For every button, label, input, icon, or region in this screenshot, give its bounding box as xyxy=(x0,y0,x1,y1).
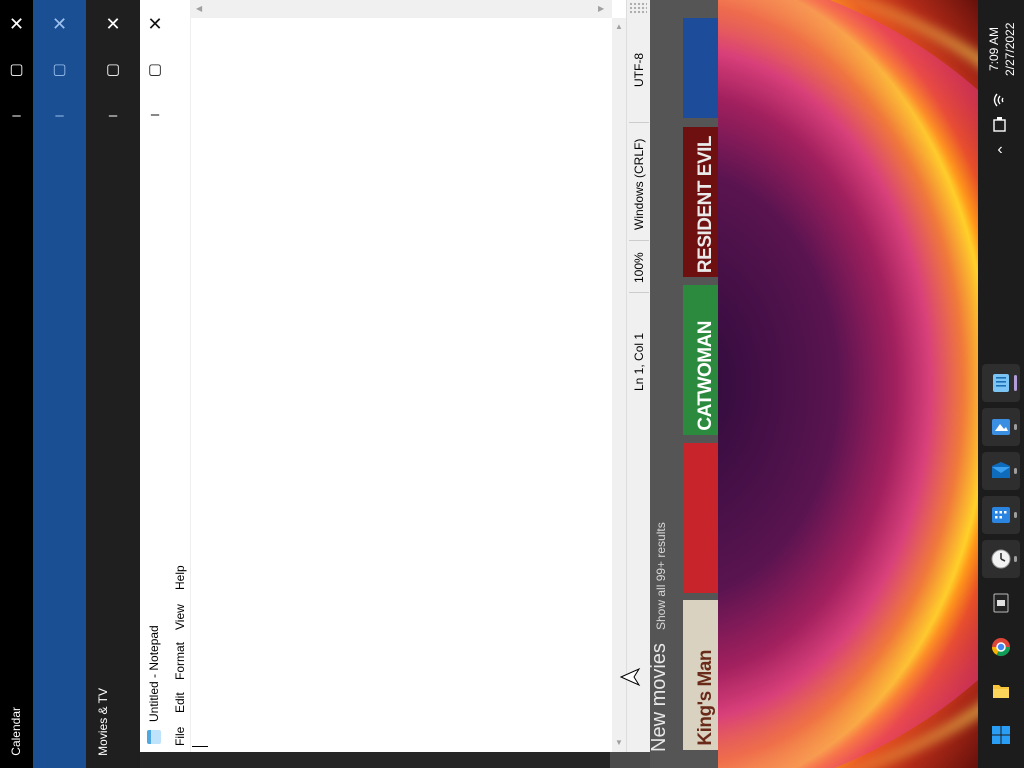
desktop-wallpaper xyxy=(718,0,978,768)
tray-date: 2/27/2022 xyxy=(1003,22,1017,76)
calendar-window[interactable]: ✕ ▢ – Calendar xyxy=(0,0,33,768)
status-zoom: 100% xyxy=(632,252,646,284)
text-caret xyxy=(192,746,208,747)
taskbar-app-clock[interactable] xyxy=(982,540,1020,578)
notepad-icon xyxy=(993,374,1009,392)
section-title: New movies xyxy=(648,643,670,752)
scroll-up-icon[interactable]: ▲ xyxy=(615,22,623,31)
taskbar-app-photos[interactable] xyxy=(982,408,1020,446)
maximize-icon[interactable]: ▢ xyxy=(86,60,140,78)
notepad-menubar: File Edit Format View Help xyxy=(170,0,190,752)
resize-grip[interactable] xyxy=(629,2,647,14)
battery-icon[interactable] xyxy=(988,112,1012,136)
movies-tv-titlebar[interactable]: ✕ ▢ – Movies & TV xyxy=(86,0,140,768)
windows-start-icon xyxy=(992,726,1010,744)
maximize-icon[interactable]: ▢ xyxy=(33,60,86,78)
network-icon[interactable] xyxy=(988,88,1012,112)
status-bar: UTF-8 Windows (CRLF) 100% Ln 1, Col 1 xyxy=(626,0,650,752)
running-indicator xyxy=(1014,375,1017,391)
movie-poster[interactable]: RESIDENT EVIL xyxy=(683,127,718,277)
status-divider xyxy=(629,292,649,293)
movies-tv-backdrop xyxy=(140,752,610,768)
chrome-icon xyxy=(992,638,1010,657)
notepad-title: Untitled - Notepad xyxy=(147,625,161,722)
movies-tv-window-title: Movies & TV xyxy=(96,688,110,756)
taskbar-app-notepad[interactable] xyxy=(982,364,1020,402)
menu-file[interactable]: File xyxy=(170,722,190,750)
taskbar-app-file-explorer[interactable] xyxy=(982,672,1020,710)
minimize-icon[interactable]: – xyxy=(86,107,140,124)
running-indicator xyxy=(1014,512,1017,518)
photos-icon xyxy=(992,419,1010,435)
mail-icon xyxy=(992,462,1010,478)
maximize-icon[interactable]: ▢ xyxy=(0,60,33,78)
minimize-icon[interactable]: – xyxy=(33,107,86,124)
show-all-link[interactable]: Show all 99+ results xyxy=(654,512,668,630)
movie-poster-title: King's Man xyxy=(695,650,716,746)
taskbar-app-start[interactable] xyxy=(982,716,1020,754)
mail-window[interactable]: ✕ ▢ – xyxy=(33,0,86,768)
close-icon[interactable]: ✕ xyxy=(140,14,170,35)
scroll-right-icon[interactable]: ▶ xyxy=(598,4,604,13)
notepad-titlebar: ✕ ▢ – Untitled - Notepad xyxy=(140,0,170,752)
movie-poster[interactable]: CATWOMAN xyxy=(683,285,718,435)
file-explorer-icon xyxy=(993,685,1009,698)
movie-poster-title: RESIDENT EVIL xyxy=(695,135,716,273)
close-icon[interactable]: ✕ xyxy=(0,14,33,35)
menu-view[interactable]: View xyxy=(170,600,190,634)
calendar-window-title: Calendar xyxy=(9,707,23,756)
status-cursor-position: Ln 1, Col 1 xyxy=(632,332,646,392)
menu-help[interactable]: Help xyxy=(170,560,190,596)
status-encoding: UTF-8 xyxy=(632,53,646,87)
close-icon[interactable]: ✕ xyxy=(33,14,86,35)
calendar-icon xyxy=(992,507,1010,523)
maximize-icon[interactable]: ▢ xyxy=(140,60,170,78)
minimize-icon[interactable]: – xyxy=(140,106,170,123)
movie-poster[interactable] xyxy=(683,443,718,593)
running-indicator xyxy=(1014,424,1017,430)
running-indicator xyxy=(1014,468,1017,474)
notepad-window: ✕ ▢ – Untitled - Notepad File Edit Forma… xyxy=(140,0,650,752)
tray-clock[interactable]: 7:09 AM 2/27/2022 xyxy=(984,14,1020,84)
close-icon[interactable]: ✕ xyxy=(86,14,140,35)
status-divider xyxy=(629,122,649,123)
movie-poster[interactable] xyxy=(683,18,718,118)
taskbar-app-calendar[interactable] xyxy=(982,496,1020,534)
scroll-left-icon[interactable]: ◀ xyxy=(196,4,202,13)
taskbar-app-mail[interactable] xyxy=(982,452,1020,490)
chevron-left-icon[interactable]: ‹ xyxy=(988,138,1012,162)
menu-format[interactable]: Format xyxy=(170,638,190,684)
vertical-scrollbar[interactable]: ▲ ▼ xyxy=(612,18,626,752)
running-indicator xyxy=(1014,556,1017,562)
movie-poster-title: CATWOMAN xyxy=(695,321,716,431)
movies-tv-icon xyxy=(993,593,1009,613)
scroll-down-icon[interactable]: ▼ xyxy=(615,738,623,747)
clock-icon xyxy=(991,549,1011,569)
mouse-pointer-icon xyxy=(620,668,641,686)
horizontal-scrollbar[interactable]: ◀ ▶ xyxy=(190,0,612,18)
movie-poster[interactable]: King's Man xyxy=(683,600,718,750)
minimize-icon[interactable]: – xyxy=(0,107,33,124)
status-line-endings: Windows (CRLF) xyxy=(632,138,646,230)
tray-time: 7:09 AM xyxy=(987,26,1001,72)
taskbar-app-movies-tv[interactable] xyxy=(982,584,1020,622)
notepad-app-icon xyxy=(147,730,161,744)
text-editor[interactable] xyxy=(190,18,612,752)
taskbar-app-chrome[interactable] xyxy=(982,628,1020,666)
status-divider xyxy=(629,240,649,241)
menu-edit[interactable]: Edit xyxy=(170,688,190,718)
